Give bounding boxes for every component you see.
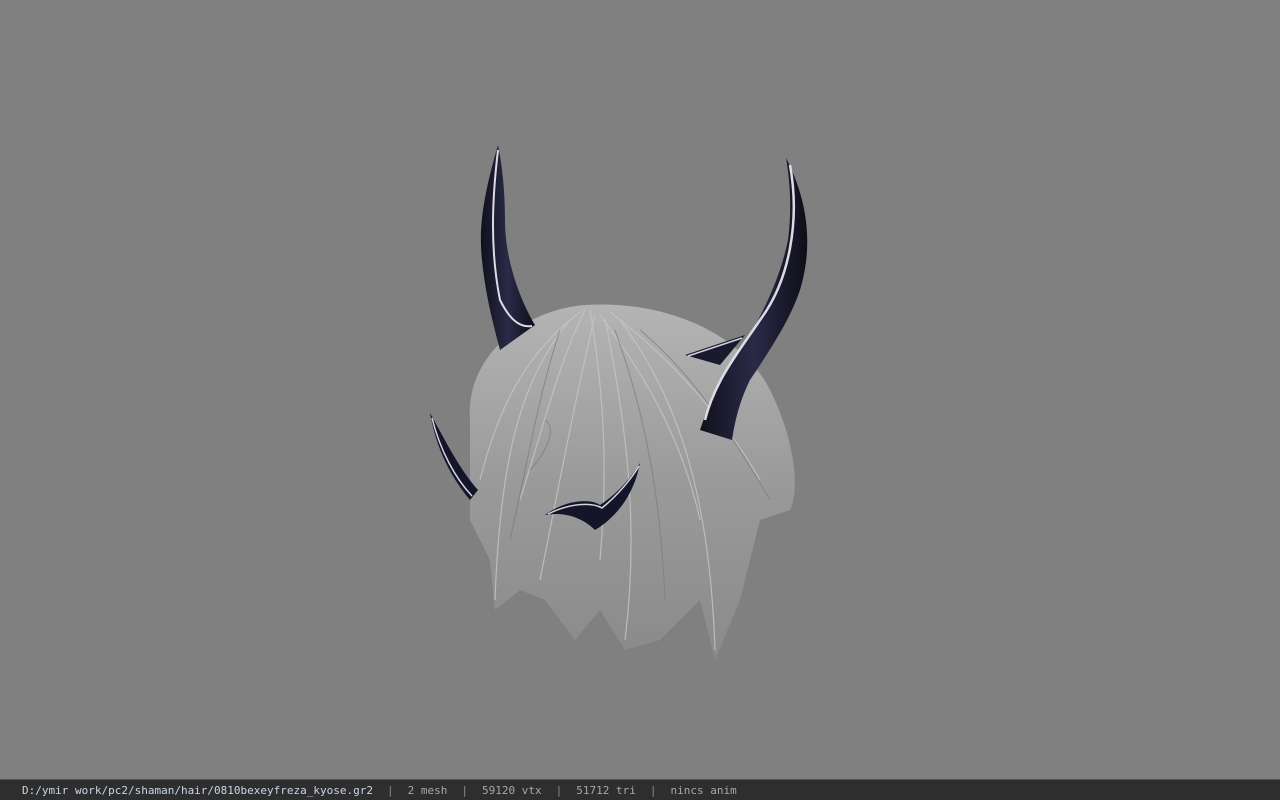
status-separator: |	[461, 783, 468, 797]
left-horn	[480, 145, 535, 350]
hair-model-render	[430, 145, 808, 660]
triangle-count-label: 51712 tri	[576, 783, 636, 797]
status-separator: |	[555, 783, 563, 797]
animation-status-label: nincs anim	[670, 783, 737, 797]
file-path-label: D:/ymir work/pc2/shaman/hair/0810bexeyfr…	[22, 783, 373, 797]
3d-viewport[interactable]	[0, 0, 1280, 779]
status-separator: |	[649, 783, 657, 797]
vertex-count-label: 59120 vtx	[482, 783, 542, 797]
status-separator: |	[387, 783, 394, 797]
status-bar: D:/ymir work/pc2/shaman/hair/0810bexeyfr…	[0, 779, 1280, 800]
mesh-count-label: 2 mesh	[407, 783, 448, 797]
